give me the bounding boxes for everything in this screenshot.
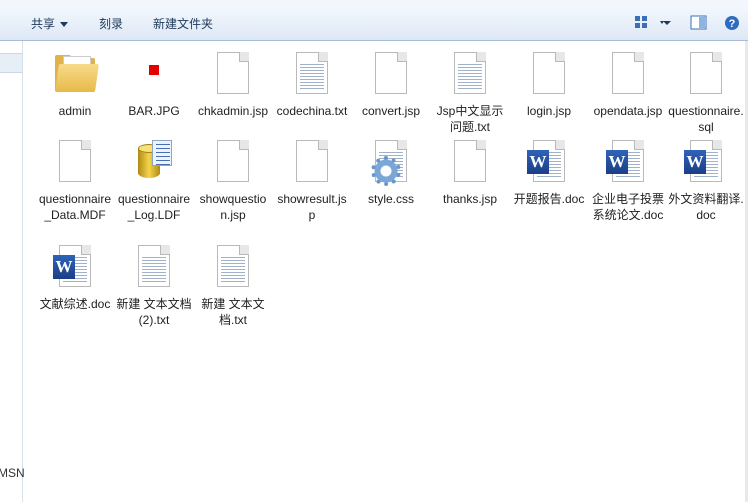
file-item-new-text-2[interactable]: 新建 文本文档 (2).txt [116,243,192,328]
help-icon: ? [725,16,739,30]
jpg-image-icon [130,50,178,98]
blank-file-icon [604,50,652,98]
file-name: showresult.jsp [277,192,347,222]
caret-down-icon [663,21,671,25]
file-item-thanks[interactable]: thanks.jsp [432,138,508,207]
new-folder-button[interactable]: 新建文件夹 [153,15,213,32]
share-button[interactable]: 共享 [31,15,69,32]
file-name: 企业电子投票系统论文.doc [591,192,664,222]
folder-icon [51,50,99,98]
file-item-questionnaire-sql[interactable]: questionnaire.sql [668,50,744,135]
preview-pane-button[interactable] [690,15,708,34]
word-doc-icon: W [51,243,99,291]
text-file-icon [446,50,494,98]
file-name: questionnaire_Data.MDF [38,192,112,222]
nav-selected-item[interactable] [0,53,22,73]
word-doc-icon: W [682,138,730,186]
chevron-down-icon [60,22,69,28]
preview-pane-icon [690,15,707,30]
file-name: Jsp中文显示问题.txt [436,104,504,134]
file-name: codechina.txt [276,104,348,118]
file-name: login.jsp [526,104,572,118]
help-button[interactable]: ? [723,15,741,36]
text-file-icon [130,243,178,291]
file-name: admin [58,104,92,118]
database-file-icon [130,138,178,186]
file-item-chkadmin[interactable]: chkadmin.jsp [195,50,271,119]
file-name: showquestion.jsp [199,192,267,222]
file-item-thesis[interactable]: W 企业电子投票系统论文.doc [590,138,666,223]
text-file-icon [288,50,336,98]
navigation-pane[interactable] [0,41,23,502]
file-name: BAR.JPG [128,104,180,118]
file-item-codechina[interactable]: codechina.txt [274,50,350,119]
file-name: style.css [367,192,414,206]
file-item-admin[interactable]: admin [37,50,113,119]
file-name: 新建 文本文档 (2).txt [116,297,192,327]
view-dropdown-button[interactable] [662,15,672,34]
file-item-new-text[interactable]: 新建 文本文档.txt [195,243,271,328]
blank-file-icon [682,50,730,98]
blank-file-icon [446,138,494,186]
file-item-bar-jpg[interactable]: BAR.JPG [116,50,192,119]
word-doc-icon: W [525,138,573,186]
file-item-style-css[interactable]: style.css [353,138,429,207]
file-item-literature-review[interactable]: W 文献综述.doc [37,243,113,312]
file-item-kaiti-baogao[interactable]: W 开题报告.doc [511,138,587,207]
file-item-questionnaire-mdf[interactable]: questionnaire_Data.MDF [37,138,113,223]
file-item-questionnaire-ldf[interactable]: questionnaire_Log.LDF [116,138,192,223]
file-item-convert[interactable]: convert.jsp [353,50,429,119]
file-name: 文献综述.doc [39,297,111,311]
file-name: questionnaire.sql [668,104,744,134]
burn-button[interactable]: 刻录 [99,15,123,32]
share-label: 共享 [31,17,56,31]
file-name: opendata.jsp [593,104,663,118]
file-name: thanks.jsp [442,192,498,206]
blank-file-icon [209,50,257,98]
blank-file-icon [51,138,99,186]
file-item-opendata[interactable]: opendata.jsp [590,50,666,119]
file-item-jsp-chinese[interactable]: Jsp中文显示问题.txt [432,50,508,135]
file-name: chkadmin.jsp [197,104,269,118]
css-file-icon [367,138,415,186]
blank-file-icon [367,50,415,98]
file-item-showquestion[interactable]: showquestion.jsp [195,138,271,223]
file-name: convert.jsp [361,104,421,118]
blank-file-icon [525,50,573,98]
file-item-login[interactable]: login.jsp [511,50,587,119]
file-name: 新建 文本文档.txt [201,297,265,327]
file-item-showresult[interactable]: showresult.jsp [274,138,350,223]
svg-text:?: ? [729,18,736,30]
file-name: questionnaire_Log.LDF [117,192,191,222]
blank-file-icon [209,138,257,186]
file-name: 开题报告.doc [513,192,585,206]
file-item-translation[interactable]: W 外文资料翻译.doc [668,138,744,223]
toolbar: 共享 刻录 新建文件夹 ? [0,6,748,41]
text-file-icon [209,243,257,291]
nav-item-msn[interactable]: MSN [0,466,25,480]
blank-file-icon [288,138,336,186]
word-doc-icon: W [604,138,652,186]
file-name: 外文资料翻译.doc [668,192,744,222]
